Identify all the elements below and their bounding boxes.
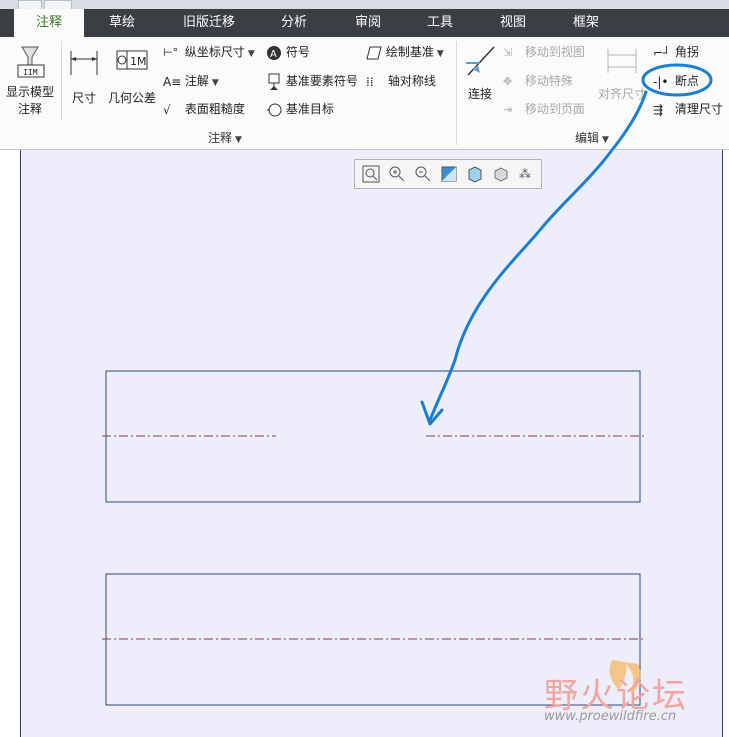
cleanup-dimensions-icon: ⇶ (653, 102, 664, 117)
dimension-button[interactable]: 尺寸 (66, 45, 102, 106)
move-to-page-icon: ⇥ (503, 103, 513, 116)
move-special-label: 移动特殊 (524, 74, 573, 88)
ordinate-dimension-button[interactable]: ⊢° 纵坐标尺寸 ▼ (163, 43, 255, 60)
align-dimensions-icon (607, 49, 637, 73)
tab-sketch[interactable]: 草绘 (94, 9, 150, 37)
draw-datum-icon (366, 46, 382, 59)
surface-finish-icon: √ (163, 102, 171, 117)
jog-button[interactable]: ⌐┘ 角拐 (653, 43, 699, 60)
ordinate-dimension-icon: ⊢° (163, 46, 179, 59)
watermark-url: www.proewildfire.cn (544, 709, 677, 724)
datum-target-label: 基准目标 (285, 102, 334, 116)
move-to-view-button[interactable]: ⇲ 移动到视图 (503, 43, 585, 60)
tab-annotate[interactable]: 注释 (14, 9, 84, 38)
show-model-label-2: 注释 (17, 102, 42, 116)
align-dimensions-label: 对齐尺寸 (597, 87, 646, 101)
surface-finish-button[interactable]: √ 表面粗糙度 (163, 100, 245, 117)
svg-text:A: A (270, 49, 277, 60)
break-label: 断点 (674, 74, 699, 88)
break-button[interactable]: -|• 断点 (653, 72, 699, 89)
chevron-down-icon: ▼ (235, 135, 242, 145)
axis-symmetry-label: 轴对称线 (387, 74, 436, 88)
show-model-annotations-icon: IIM (17, 46, 45, 78)
connect-button[interactable]: 连接 (460, 43, 500, 102)
align-dimensions-button[interactable]: 对齐尺寸 (597, 43, 647, 102)
cleanup-dimensions-button[interactable]: ⇶ 清理尺寸 (653, 100, 723, 117)
svg-text:⁂: ⁂ (519, 167, 531, 181)
datum-feature-symbol-button[interactable]: 基准要素符号 (266, 72, 358, 91)
dimension-label: 尺寸 (71, 91, 96, 105)
zoom-in-icon[interactable] (387, 164, 407, 184)
group-edit-label[interactable]: 编辑 ▼ (575, 129, 609, 146)
drawing-sheet[interactable] (20, 150, 723, 737)
show-model-annotations-button[interactable]: IIM 显示模型 注释 (3, 43, 57, 117)
chevron-down-icon[interactable]: ▼ (248, 49, 255, 59)
title-bar (0, 0, 729, 10)
move-special-button[interactable]: ✥ 移动特殊 (503, 72, 573, 89)
connect-icon (466, 46, 495, 76)
tab-view[interactable]: 视图 (485, 9, 541, 37)
move-to-view-label: 移动到视图 (524, 45, 585, 59)
chevron-down-icon: ▼ (602, 135, 609, 145)
dimension-icon (70, 51, 98, 75)
datum-target-button[interactable]: 基准目标 (266, 100, 334, 118)
geometric-tolerance-icon: 1M (116, 50, 148, 70)
surface-finish-label: 表面粗糙度 (184, 102, 245, 116)
connect-label: 连接 (467, 87, 492, 101)
annotation-display-icon[interactable]: ⁂ (517, 164, 537, 184)
show-model-label-1: 显示模型 (5, 85, 54, 99)
ribbon-tab-bar: 注释 草绘 旧版迁移 分析 审阅 工具 视图 框架 (0, 9, 729, 38)
tab-tools[interactable]: 工具 (412, 9, 468, 37)
datum-target-icon (267, 103, 282, 116)
move-special-icon: ✥ (503, 75, 513, 88)
zoom-out-icon[interactable] (413, 164, 433, 184)
draw-datum-button[interactable]: 绘制基准 ▼ (366, 43, 444, 61)
axis-symmetry-icon: ⁞⁞ (366, 74, 374, 89)
svg-text:1M: 1M (130, 55, 147, 68)
view-toolbar: ⁂ (354, 159, 542, 189)
saved-views-icon[interactable] (491, 164, 511, 184)
geometric-tolerance-button[interactable]: 1M 几何公差 (105, 45, 159, 106)
repaint-icon[interactable] (439, 164, 459, 184)
draw-datum-label: 绘制基准 (385, 45, 434, 59)
display-style-icon[interactable] (465, 164, 485, 184)
symbol-label: 符号 (285, 45, 310, 59)
move-to-page-label: 移动到页面 (524, 102, 585, 116)
chevron-down-icon[interactable]: ▼ (437, 49, 444, 59)
note-label: 注解 (184, 74, 209, 88)
chevron-down-icon[interactable]: ▼ (212, 78, 219, 88)
jog-icon: ⌐┘ (653, 45, 671, 60)
axis-symmetry-button[interactable]: ⁞⁞ 轴对称线 (366, 72, 436, 89)
break-icon: -|• (653, 74, 669, 89)
svg-text:IIM: IIM (23, 68, 38, 77)
note-icon: A≡ (163, 74, 182, 89)
cleanup-dimensions-label: 清理尺寸 (674, 102, 723, 116)
tab-legacy-migration[interactable]: 旧版迁移 (166, 9, 252, 37)
group-annotation-label[interactable]: 注释 ▼ (208, 129, 242, 146)
tab-review[interactable]: 审阅 (340, 9, 396, 37)
tab-analysis[interactable]: 分析 (266, 9, 322, 37)
note-button[interactable]: A≡ 注解 ▼ (163, 72, 219, 89)
zoom-fit-icon[interactable] (361, 164, 381, 184)
symbol-icon: A (267, 45, 281, 60)
ordinate-dimension-label: 纵坐标尺寸 (184, 45, 245, 59)
jog-label: 角拐 (674, 45, 699, 59)
datum-feature-symbol-icon (268, 73, 280, 90)
ribbon-panel: IIM 显示模型 注释 尺寸 1M 几何公差 ⊢° 纵坐标尺寸 ▼ A≡ 注解 ▼ … (0, 37, 729, 150)
symbol-button[interactable]: A 符号 (266, 43, 310, 61)
move-to-page-button[interactable]: ⇥ 移动到页面 (503, 100, 585, 117)
tab-frame[interactable]: 框架 (558, 9, 614, 37)
move-to-view-icon: ⇲ (503, 46, 513, 59)
gtol-label: 几何公差 (107, 91, 156, 105)
datum-feature-symbol-label: 基准要素符号 (285, 74, 358, 88)
drawing-canvas[interactable] (0, 150, 729, 737)
